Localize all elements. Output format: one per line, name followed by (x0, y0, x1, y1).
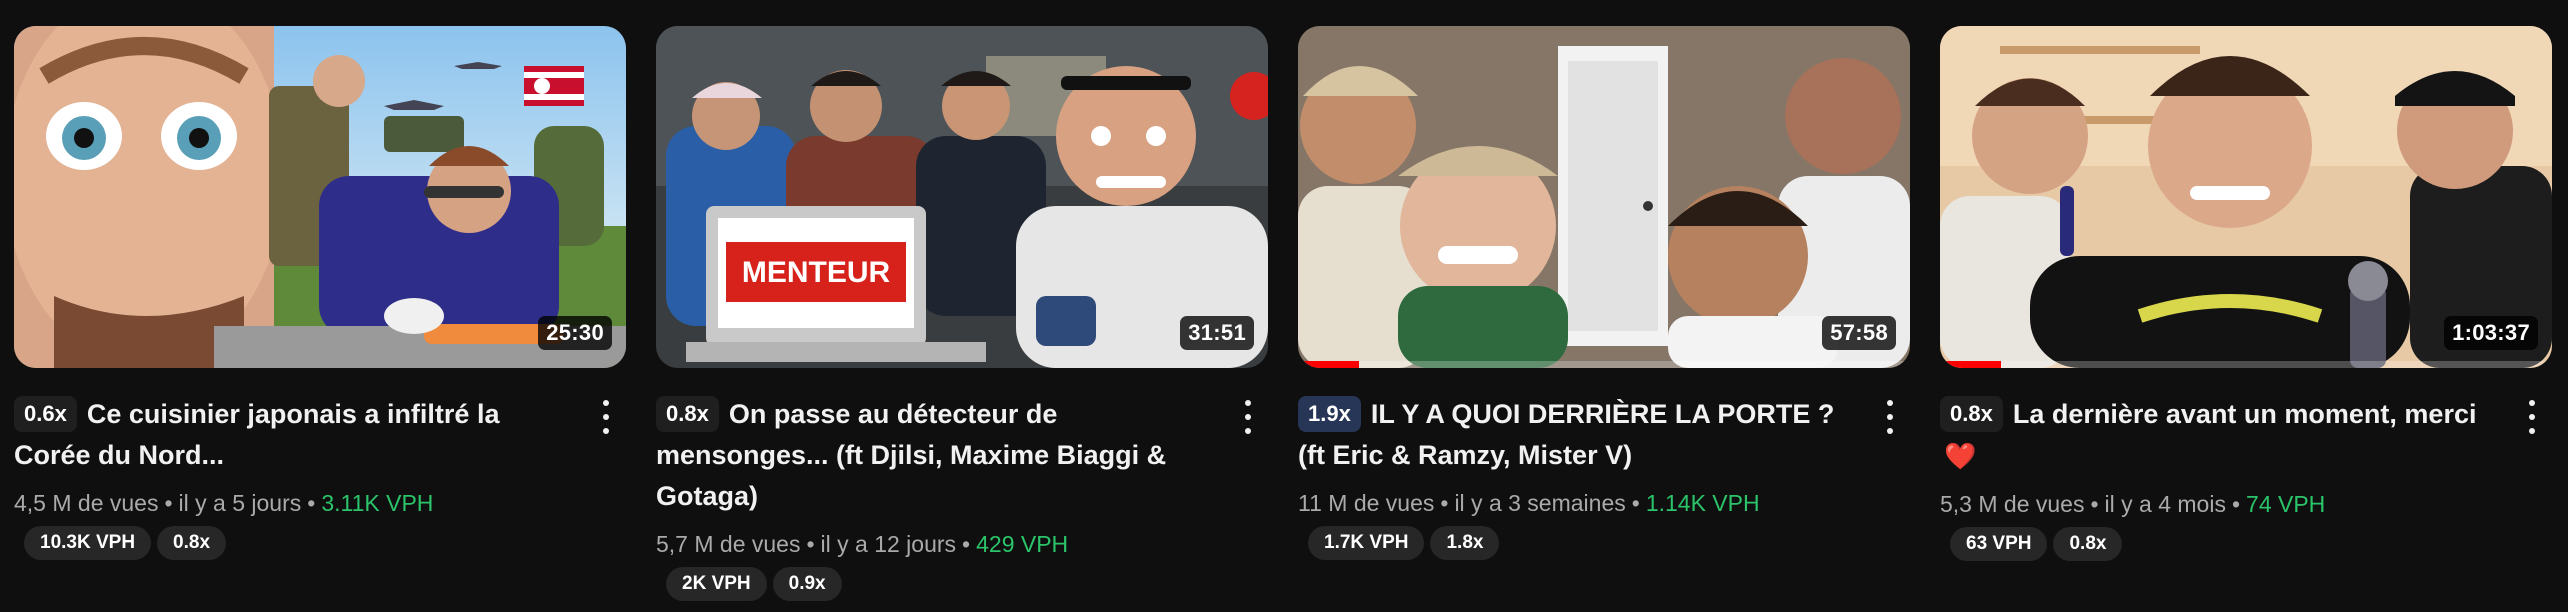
video-duration: 1:03:37 (2444, 316, 2538, 350)
video-stats: 5,3 M de vues • il y a 4 mois • 74 VPH (1940, 489, 2506, 519)
video-stats: 11 M de vues • il y a 3 semaines • 1.14K VPH (1298, 488, 1864, 518)
video-grid: 25:30 0.6x Ce cuisinier japonais a infilt… (0, 0, 2568, 612)
video-card[interactable]: 25:30 0.6x Ce cuisinier japonais a infilt… (14, 26, 626, 560)
thumbnail-image (14, 26, 626, 368)
separator-dot: • (2231, 491, 2241, 517)
ratio-chip: 1.8x (1430, 526, 1500, 560)
upload-age: il y a 12 jours (820, 531, 957, 557)
video-meta: 0.8x On passe au détecteur de mensonges..… (656, 394, 1268, 601)
video-title[interactable]: 1.9x IL Y A QUOI DERRIÈRE LA PORTE ? (ft … (1298, 394, 1864, 476)
more-options-icon[interactable] (1236, 400, 1260, 434)
speed-badge: 0.6x (14, 396, 77, 432)
video-meta: 0.8x La dernière avant un moment, merci ❤️… (1940, 394, 2552, 561)
separator-dot: • (2090, 491, 2099, 517)
view-count: 11 M de vues (1298, 490, 1435, 516)
stat-chips: 2K VPH 0.9x (666, 567, 1222, 601)
video-title-text[interactable]: La dernière avant un moment, merci (2013, 399, 2477, 429)
video-title-text[interactable]: IL Y A QUOI DERRIÈRE LA PORTE ? (ft Eric… (1298, 399, 1834, 470)
separator-dot: • (962, 531, 971, 557)
video-title[interactable]: 0.8x La dernière avant un moment, merci ❤️ (1940, 394, 2506, 477)
video-thumbnail[interactable]: 57:58 (1298, 26, 1910, 368)
upload-age: il y a 4 mois (2104, 491, 2226, 517)
speed-badge: 1.9x (1298, 396, 1361, 432)
video-title[interactable]: 0.6x Ce cuisinier japonais a infiltré la … (14, 394, 580, 476)
more-options-icon[interactable] (1878, 400, 1902, 434)
video-card[interactable]: 1:03:37 0.8x La dernière avant un moment,… (1940, 26, 2552, 561)
video-duration: 57:58 (1822, 316, 1896, 350)
view-count: 5,3 M de vues (1940, 491, 2085, 517)
video-title-text[interactable]: Ce cuisinier japonais a infiltré la Coré… (14, 399, 499, 470)
watch-progress-track (1940, 361, 2552, 368)
watch-progress-bar (1298, 361, 1360, 368)
ratio-chip: 0.9x (772, 567, 842, 601)
upload-age: il y a 5 jours (178, 490, 302, 516)
speed-badge: 0.8x (1940, 396, 2003, 432)
separator-dot: • (164, 490, 173, 516)
vph-value: 74 VPH (2246, 491, 2326, 517)
stat-chips: 1.7K VPH 1.8x (1308, 526, 1864, 560)
vph-chip: 63 VPH (1950, 527, 2048, 561)
menteur-sign-text: MENTEUR (742, 256, 891, 289)
ratio-chip: 0.8x (157, 526, 227, 560)
video-title[interactable]: 0.8x On passe au détecteur de mensonges..… (656, 394, 1222, 517)
video-card[interactable]: 57:58 1.9x IL Y A QUOI DERRIÈRE LA PORTE … (1298, 26, 1910, 560)
video-meta: 1.9x IL Y A QUOI DERRIÈRE LA PORTE ? (ft … (1298, 394, 1910, 560)
ratio-chip: 0.8x (2053, 527, 2123, 561)
more-options-icon[interactable] (594, 400, 618, 434)
heart-emoji-icon: ❤️ (1944, 441, 1977, 471)
thumbnail-image: MENTEUR (656, 26, 1268, 368)
thumbnail-image (1298, 26, 1910, 368)
vph-chip: 10.3K VPH (24, 526, 152, 560)
separator-dot: • (1631, 490, 1640, 516)
watch-progress-track (1298, 361, 1910, 368)
video-duration: 31:51 (1180, 316, 1254, 350)
video-title-text[interactable]: On passe au détecteur de mensonges... (f… (656, 399, 1166, 511)
more-options-icon[interactable] (2520, 400, 2544, 434)
video-thumbnail[interactable]: MENTEUR 31:51 (656, 26, 1268, 368)
stat-chips: 10.3K VPH 0.8x (24, 526, 580, 560)
stat-chips: 63 VPH 0.8x (1950, 527, 2506, 561)
separator-dot: • (1440, 490, 1449, 516)
upload-age: il y a 3 semaines (1454, 490, 1626, 516)
vph-value: 1.14K VPH (1645, 490, 1760, 516)
video-duration: 25:30 (538, 316, 612, 350)
view-count: 5,7 M de vues (656, 531, 801, 557)
vph-chip: 2K VPH (666, 567, 767, 601)
speed-badge: 0.8x (656, 396, 719, 432)
separator-dot: • (307, 490, 316, 516)
vph-chip: 1.7K VPH (1308, 526, 1425, 560)
video-stats: 5,7 M de vues • il y a 12 jours • 429 VPH (656, 529, 1222, 559)
video-thumbnail[interactable]: 1:03:37 (1940, 26, 2552, 368)
vph-value: 429 VPH (976, 531, 1069, 557)
separator-dot: • (806, 531, 815, 557)
vph-value: 3.11K VPH (321, 490, 434, 516)
view-count: 4,5 M de vues (14, 490, 159, 516)
video-meta: 0.6x Ce cuisinier japonais a infiltré la … (14, 394, 626, 560)
video-stats: 4,5 M de vues • il y a 5 jours • 3.11K VPH (14, 488, 580, 518)
video-card[interactable]: MENTEUR 31:51 0.8x On passe au détecteur … (656, 26, 1268, 601)
watch-progress-bar (1940, 361, 2002, 368)
video-thumbnail[interactable]: 25:30 (14, 26, 626, 368)
